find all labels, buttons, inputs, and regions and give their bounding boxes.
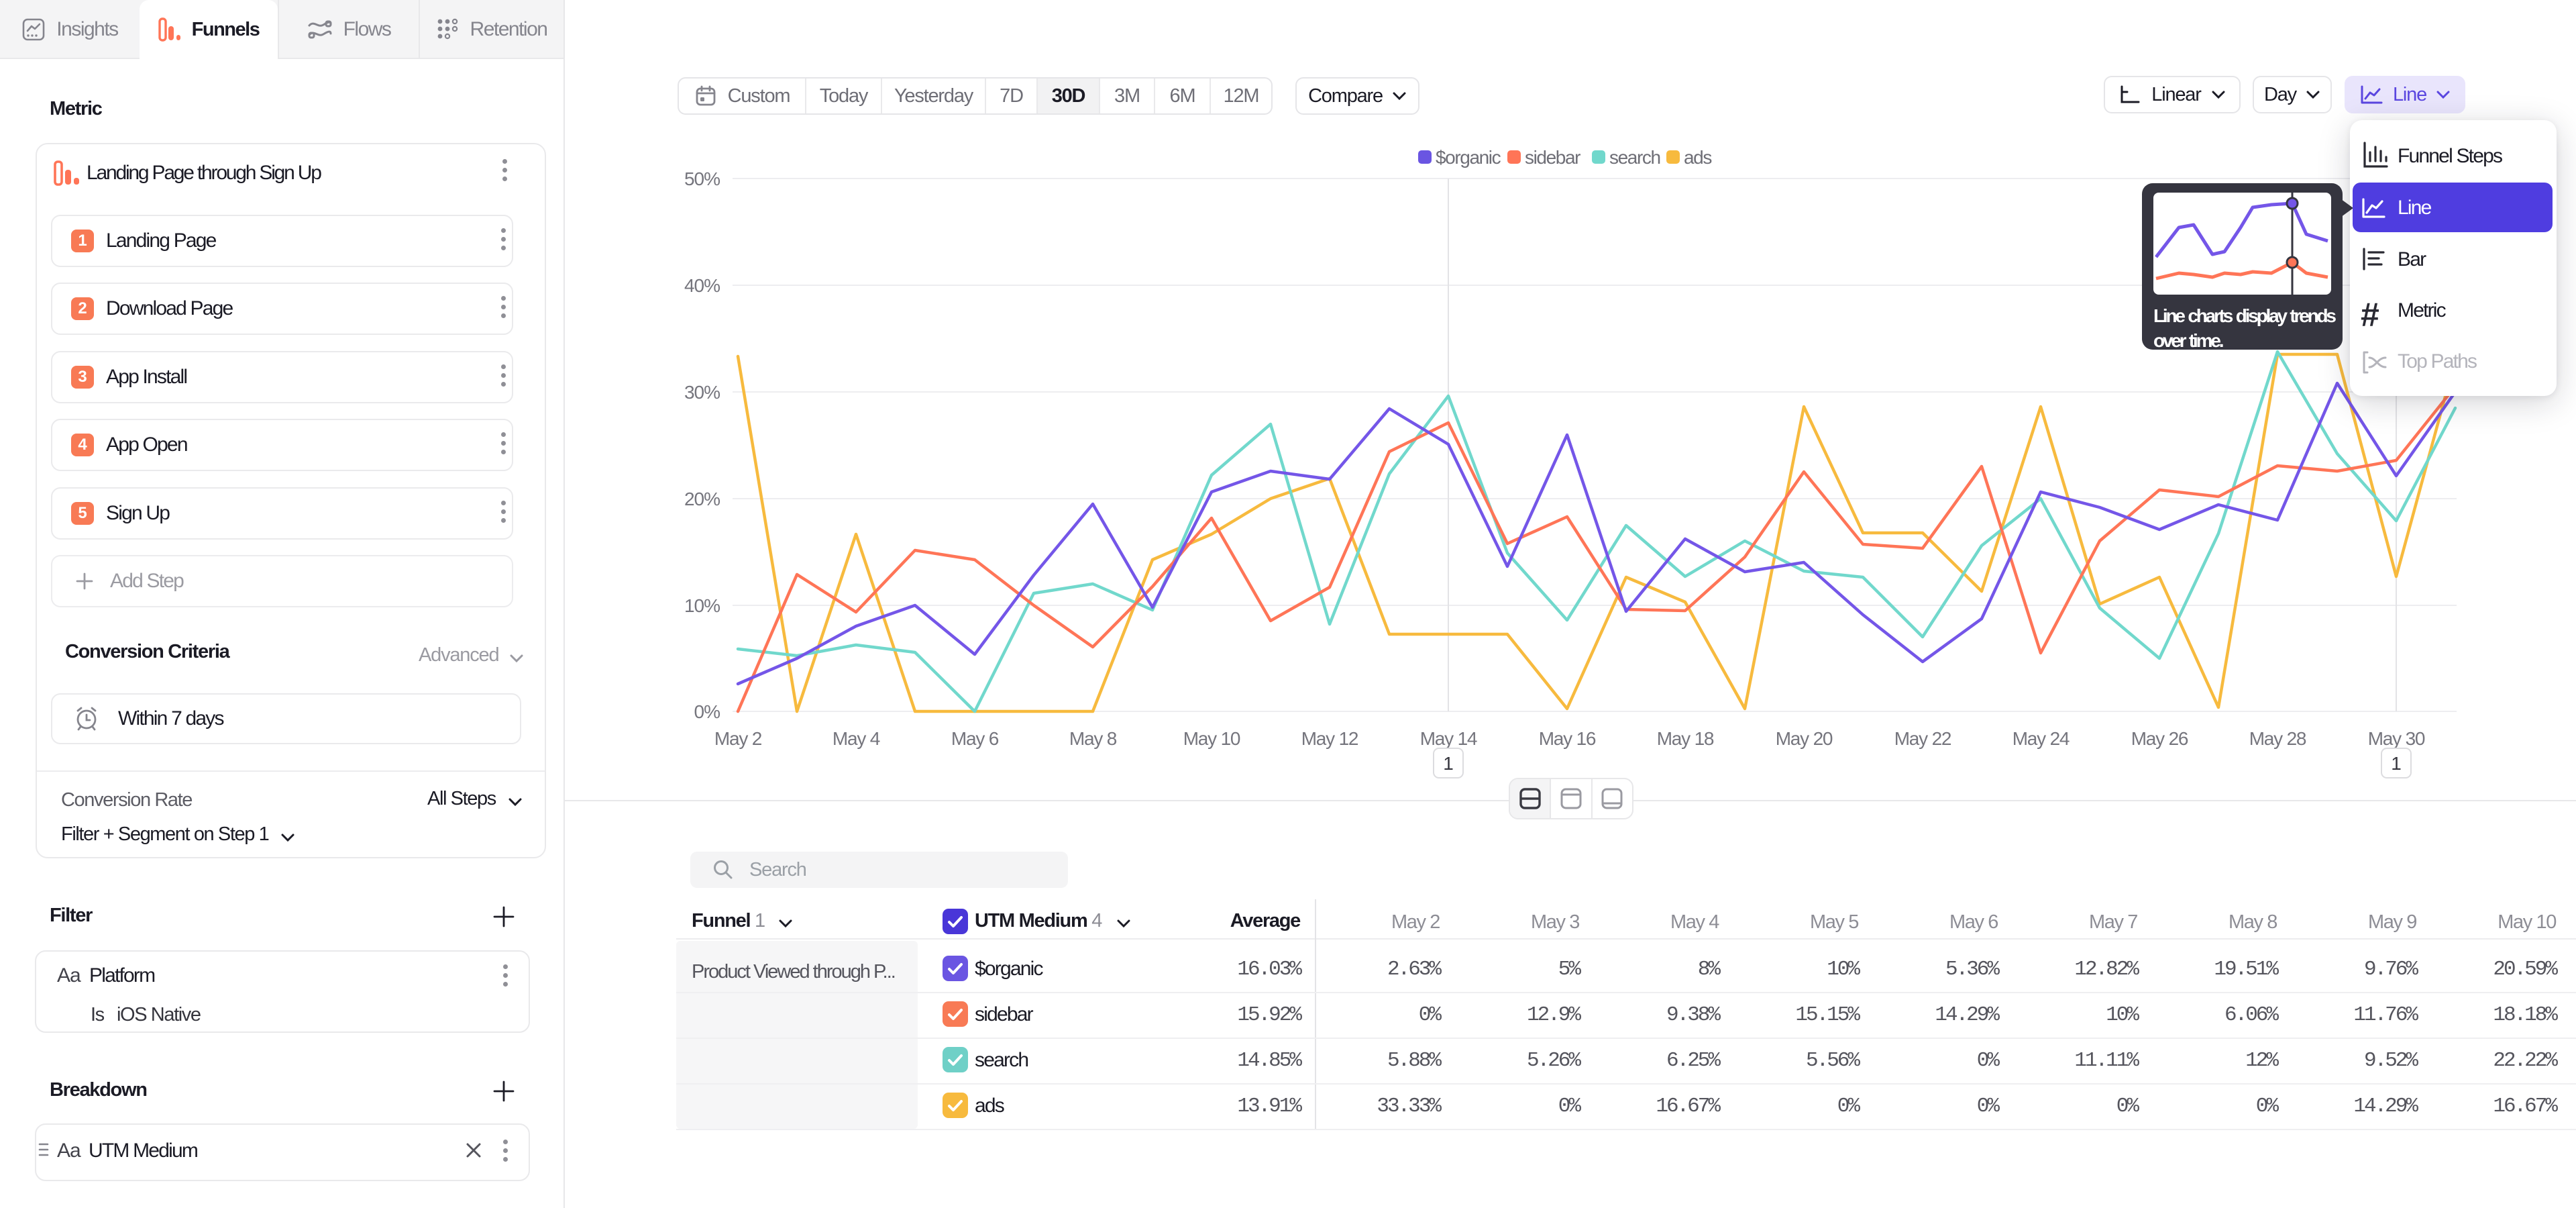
svg-text:May 4: May 4: [833, 728, 880, 749]
svg-text:May 26: May 26: [2131, 728, 2188, 749]
svg-text:May 12: May 12: [1301, 728, 1358, 749]
svg-text:May 30: May 30: [2368, 728, 2425, 749]
svg-text:May 18: May 18: [1657, 728, 1714, 749]
svg-text:0%: 0%: [694, 701, 720, 722]
svg-text:May 2: May 2: [714, 728, 762, 749]
svg-text:May 16: May 16: [1539, 728, 1596, 749]
svg-text:1: 1: [1443, 753, 1454, 774]
svg-text:40%: 40%: [684, 275, 720, 296]
svg-text:May 14: May 14: [1420, 728, 1477, 749]
svg-text:20%: 20%: [684, 489, 720, 509]
svg-text:30%: 30%: [684, 382, 720, 403]
svg-text:10%: 10%: [684, 595, 720, 616]
svg-text:May 6: May 6: [951, 728, 999, 749]
svg-text:May 24: May 24: [2012, 728, 2070, 749]
svg-text:May 10: May 10: [1183, 728, 1240, 749]
svg-text:50%: 50%: [684, 168, 720, 189]
svg-text:May 8: May 8: [1069, 728, 1117, 749]
svg-text:May 22: May 22: [1894, 728, 1951, 749]
svg-text:1: 1: [2391, 753, 2402, 774]
svg-text:May 28: May 28: [2249, 728, 2306, 749]
svg-text:May 20: May 20: [1776, 728, 1833, 749]
